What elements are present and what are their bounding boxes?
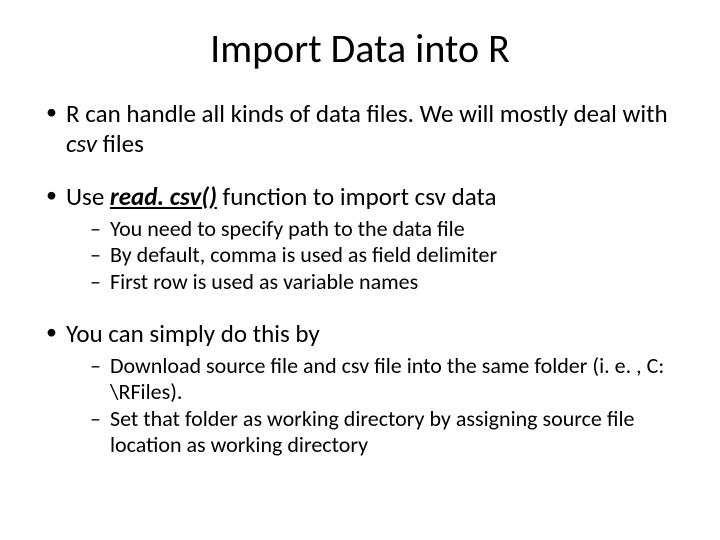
- bullet-3-sublist: Download source file and csv file into t…: [66, 353, 678, 458]
- bullet-1-csv: csv: [66, 128, 97, 159]
- bullet-1: R can handle all kinds of data files. We…: [42, 99, 678, 158]
- bullet-2-fn: read. csv(): [110, 181, 217, 212]
- bullet-2-sub-1: You need to specify path to the data fil…: [90, 216, 678, 242]
- slide-title: Import Data into R: [42, 24, 678, 73]
- bullet-2-sub-2: By default, comma is used as field delim…: [90, 242, 678, 268]
- bullet-2-sub-3: First row is used as variable names: [90, 269, 678, 295]
- slide: Import Data into R R can handle all kind…: [0, 0, 720, 540]
- bullet-2-post: function to import csv data: [217, 181, 497, 212]
- bullet-3-sub-2: Set that folder as working directory by …: [90, 406, 678, 458]
- bullet-2-pre: Use: [66, 181, 110, 212]
- bullet-1-pre: R can handle all kinds of data files. We…: [66, 98, 668, 129]
- bullet-2: Use read. csv() function to import csv d…: [42, 182, 678, 295]
- bullet-3-text: You can simply do this by: [66, 318, 320, 349]
- bullet-2-sublist: You need to specify path to the data fil…: [66, 216, 678, 296]
- bullet-3: You can simply do this by Download sourc…: [42, 319, 678, 457]
- bullet-1-post: files: [97, 128, 144, 159]
- bullet-3-sub-1: Download source file and csv file into t…: [90, 353, 678, 405]
- bullet-list: R can handle all kinds of data files. We…: [42, 99, 678, 458]
